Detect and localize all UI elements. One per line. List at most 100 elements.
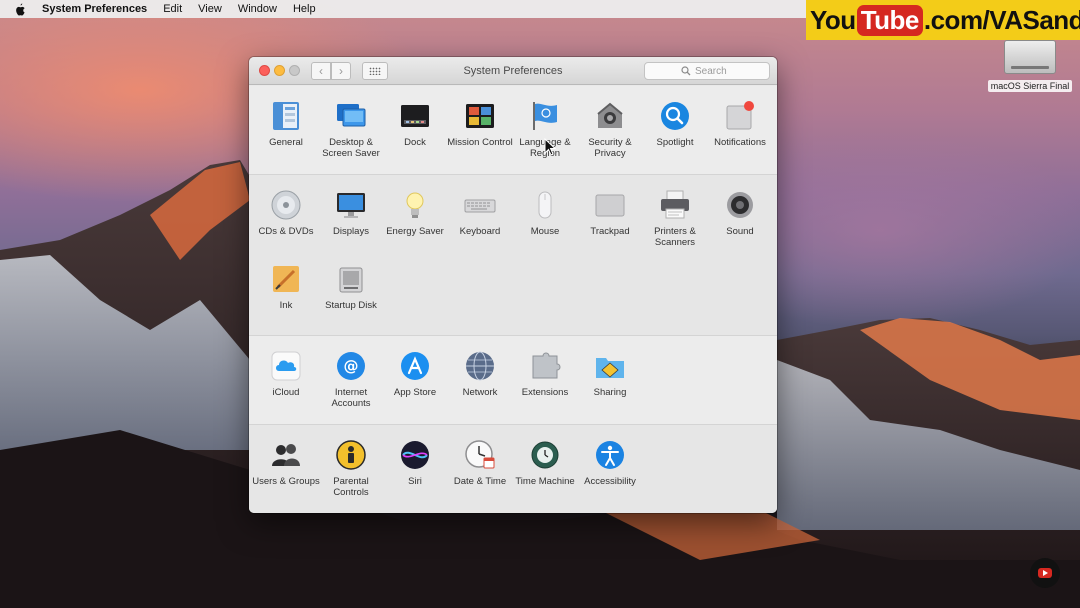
pane-mouse[interactable]: Mouse [513, 189, 577, 263]
pane-label: Spotlight [656, 137, 694, 148]
section-system: Users & Groups Parental Controls Siri Da… [249, 425, 777, 513]
window-titlebar[interactable]: ‹ › System Preferences [249, 57, 777, 85]
internet-accounts-icon: @ [337, 352, 365, 380]
pane-sound[interactable]: Sound [708, 189, 772, 263]
pane-internet-accounts[interactable]: @ Internet Accounts [319, 350, 383, 424]
network-icon [466, 351, 494, 381]
search-field[interactable] [644, 62, 770, 80]
pane-displays[interactable]: Displays [319, 189, 383, 263]
pane-energy-saver[interactable]: Energy Saver [383, 189, 447, 263]
menu-window[interactable]: Window [238, 3, 277, 15]
pane-label: Energy Saver [386, 226, 444, 237]
icloud-icon [271, 351, 301, 381]
startup-disk-icon [339, 267, 363, 293]
language-region-icon [533, 102, 557, 130]
banner-you: You [810, 4, 856, 35]
section-internet: iCloud @ Internet Accounts App Store Net… [249, 336, 777, 425]
energy-saver-icon [406, 192, 424, 218]
printer-icon [661, 190, 689, 219]
keyboard-icon [464, 199, 496, 213]
pane-extensions[interactable]: Extensions [513, 350, 577, 424]
pane-time-machine[interactable]: Time Machine [513, 439, 577, 513]
pane-label: Desktop & Screen Saver [322, 137, 380, 159]
pane-general[interactable]: General [254, 100, 318, 174]
sharing-icon [596, 358, 624, 378]
pane-trackpad[interactable]: Trackpad [578, 189, 642, 263]
pane-network[interactable]: Network [448, 350, 512, 424]
general-icon [273, 102, 299, 130]
pane-printers-scanners[interactable]: Printers & Scanners [643, 189, 707, 263]
pane-startup-disk[interactable]: Startup Disk [319, 263, 383, 337]
siri-icon [401, 441, 429, 469]
pane-desktop-screen-saver[interactable]: Desktop & Screen Saver [319, 100, 383, 174]
pane-accessibility[interactable]: Accessibility [578, 439, 642, 513]
dock-icon [401, 105, 429, 127]
banner-url: .com/VASandMore [923, 4, 1080, 35]
section-hardware: CDs & DVDs Displays Energy Saver Keyboar… [249, 175, 777, 336]
pane-date-time[interactable]: Date & Time [448, 439, 512, 513]
pane-label: Mission Control [447, 137, 513, 148]
pane-sharing[interactable]: Sharing [578, 350, 642, 424]
pane-label: Time Machine [515, 476, 575, 487]
pane-label: Mouse [530, 226, 560, 237]
pane-label: Parental Controls [333, 476, 369, 498]
pane-siri[interactable]: Siri [383, 439, 447, 513]
cd-icon [271, 190, 301, 220]
pane-label: Dock [404, 137, 426, 148]
menu-edit[interactable]: Edit [163, 3, 182, 15]
pane-label: Date & Time [453, 476, 507, 487]
pane-label: Sound [726, 226, 754, 237]
mouse-cursor-icon [544, 138, 556, 156]
accessibility-icon [596, 441, 624, 469]
menu-help[interactable]: Help [293, 3, 316, 15]
mission-control-icon [466, 104, 494, 128]
date-time-icon [465, 440, 495, 469]
app-store-icon [401, 352, 429, 380]
sound-icon [727, 192, 753, 218]
section-personal: General Desktop & Screen Saver Dock Miss… [249, 86, 777, 175]
pane-dock[interactable]: Dock [383, 100, 447, 174]
channel-watermark[interactable] [1030, 558, 1060, 588]
pane-label: iCloud [272, 387, 300, 398]
pane-label: Ink [279, 300, 293, 311]
pane-notifications[interactable]: Notifications [708, 100, 772, 174]
users-groups-icon [272, 444, 300, 466]
pane-label: Sharing [593, 387, 627, 398]
pane-parental-controls[interactable]: Parental Controls [319, 439, 383, 513]
mouse-icon [538, 191, 552, 219]
youtube-play-icon [1038, 568, 1052, 578]
pane-label: Displays [333, 226, 369, 237]
desktop-screensaver-icon [337, 104, 366, 127]
pane-label: Notifications [714, 137, 766, 148]
apple-icon[interactable] [14, 3, 26, 16]
search-input[interactable] [695, 65, 733, 77]
security-icon [597, 102, 623, 128]
pane-language-region[interactable]: Language & Region [513, 100, 577, 174]
desktop-disk-label: macOS Sierra Final [987, 80, 1073, 92]
menu-app-name[interactable]: System Preferences [42, 3, 147, 15]
pane-security-privacy[interactable]: Security & Privacy [578, 100, 642, 174]
hard-disk-icon[interactable] [1004, 40, 1056, 74]
pane-users-groups[interactable]: Users & Groups [252, 439, 320, 513]
spotlight-icon [661, 102, 689, 130]
notifications-icon [726, 101, 754, 130]
extensions-icon [532, 352, 561, 379]
pane-label: Startup Disk [325, 300, 377, 311]
pane-ink[interactable]: Ink [254, 263, 318, 337]
pane-cds-dvds[interactable]: CDs & DVDs [254, 189, 318, 263]
pane-app-store[interactable]: App Store [383, 350, 447, 424]
pane-label: Security & Privacy [588, 137, 632, 159]
menu-view[interactable]: View [198, 3, 222, 15]
pane-keyboard[interactable]: Keyboard [448, 189, 512, 263]
desktop-disk-item[interactable]: macOS Sierra Final [982, 38, 1078, 96]
pane-label: Printers & Scanners [654, 226, 696, 248]
system-preferences-window: ‹ › System Preferences General [249, 57, 777, 513]
youtube-channel-banner: YouTube.com/VASandMore [806, 0, 1080, 40]
pane-spotlight[interactable]: Spotlight [643, 100, 707, 174]
banner-tube: Tube [856, 4, 923, 36]
pane-label: Network [462, 387, 498, 398]
pane-label: Keyboard [459, 226, 501, 237]
pane-icloud[interactable]: iCloud [254, 350, 318, 424]
pane-label: App Store [393, 387, 437, 398]
pane-mission-control[interactable]: Mission Control [447, 100, 513, 174]
